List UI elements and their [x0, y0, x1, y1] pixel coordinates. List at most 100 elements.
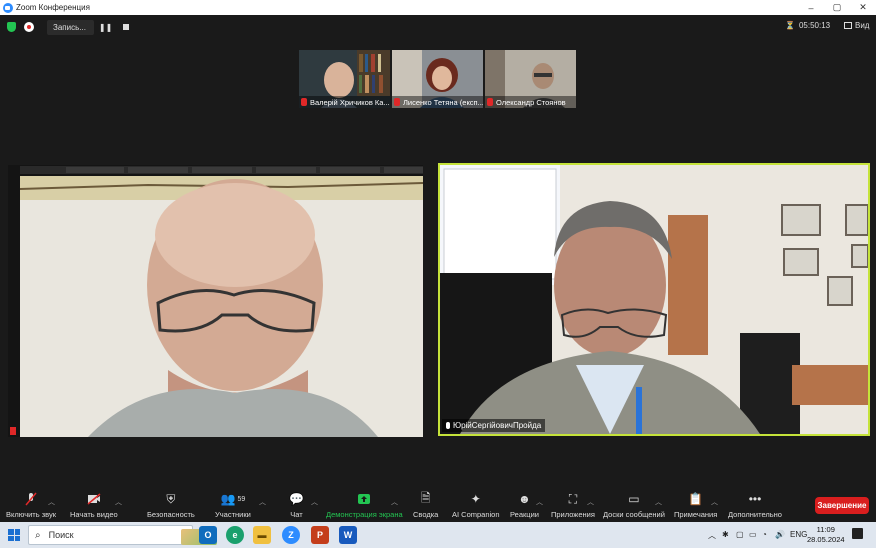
- recording-dot-icon: [24, 22, 34, 32]
- speaker-video-right: [440, 165, 868, 434]
- timer-value: 05:50:13: [798, 21, 831, 30]
- muted-icon: [10, 427, 16, 435]
- video-options-caret-icon[interactable]: ︿: [115, 497, 122, 507]
- participant-name-label: Лисенко Тетяна (експ...: [392, 96, 483, 108]
- zoom-logo-icon: [3, 2, 13, 13]
- shield-icon: ⛨: [166, 491, 176, 506]
- participant-thumbnail[interactable]: Лисенко Тетяна (експ...: [392, 50, 483, 108]
- meeting-top-bar: Запись... ❚❚ ⏳ 05:50:13 Вид: [0, 15, 876, 39]
- powerpoint-app-icon[interactable]: P: [311, 526, 329, 544]
- unmute-label: Включить звук: [6, 510, 57, 519]
- chat-label: Чат: [290, 510, 303, 519]
- word-app-icon[interactable]: W: [339, 526, 357, 544]
- participant-name-label: Олександр Стоянов: [485, 96, 576, 108]
- security-button[interactable]: ⛨ Безопасность: [147, 491, 195, 520]
- participants-button[interactable]: 👥 59 Участники: [215, 491, 251, 519]
- pause-recording-icon[interactable]: ❚❚: [99, 23, 112, 32]
- participants-caret-icon[interactable]: ︿: [259, 497, 266, 507]
- meeting-toolbar: Включить звук ︿ Начать видео ︿ ⛨ Безопас…: [0, 487, 876, 522]
- security-label: Безопасность: [147, 510, 195, 519]
- language-indicator[interactable]: ENG: [790, 530, 807, 539]
- file-explorer-icon[interactable]: ▬: [253, 526, 271, 544]
- reactions-label: Реакции: [510, 510, 539, 519]
- end-meeting-button[interactable]: Завершение: [815, 497, 869, 514]
- outlook-app-icon[interactable]: O: [199, 526, 217, 544]
- recording-controls: Запись... ❚❚: [24, 19, 130, 35]
- clock-date: 28.05.2024: [807, 535, 845, 544]
- edge-browser-icon[interactable]: e: [226, 526, 244, 544]
- reactions-button[interactable]: ☻ Реакции: [510, 491, 539, 519]
- share-caret-icon[interactable]: ︿: [391, 497, 398, 507]
- more-icon: •••: [748, 492, 762, 506]
- whiteboards-caret-icon[interactable]: ︿: [655, 497, 662, 507]
- search-placeholder: Поиск: [48, 530, 74, 540]
- participants-count: 59: [237, 495, 246, 503]
- notifications-icon[interactable]: [852, 528, 863, 539]
- maximize-button[interactable]: ▢: [824, 2, 850, 13]
- summary-icon: 🗎: [420, 490, 431, 505]
- windows-taskbar: ⌕ Поиск O e ▬ Z P W ︿ ✱ ▢ ▭ ◔ 🔊 ENG 11:0…: [0, 522, 876, 548]
- speaker-name-tag: ЮрійСергійовичПройда: [442, 419, 546, 432]
- clock-time: 11:09: [816, 525, 835, 534]
- participants-icon: 👥 59: [220, 492, 246, 506]
- audio-options-caret-icon[interactable]: ︿: [48, 497, 55, 507]
- chat-button[interactable]: 💬 Чат: [289, 491, 304, 519]
- muted-icon: [301, 98, 307, 106]
- start-video-button[interactable]: Начать видео: [70, 491, 118, 519]
- stop-recording-icon[interactable]: [123, 24, 130, 30]
- apps-caret-icon[interactable]: ︿: [587, 497, 594, 507]
- window-titlebar: Zoom Конференция – ▢ ✕: [0, 0, 876, 15]
- volume-icon[interactable]: 🔊: [775, 530, 785, 539]
- summary-button[interactable]: 🗎 Сводка: [413, 490, 439, 520]
- minimize-button[interactable]: –: [798, 3, 824, 13]
- recording-label: Запись...: [47, 19, 94, 35]
- summary-label: Сводка: [413, 510, 439, 519]
- windows-start-icon[interactable]: [8, 529, 20, 541]
- notes-label: Примечания: [674, 510, 718, 519]
- speaker-video-left: [8, 165, 423, 437]
- participant-name: Лисенко Тетяна (експ...: [403, 97, 483, 107]
- tray-overflow-icon[interactable]: ︿: [708, 530, 716, 541]
- start-video-label: Начать видео: [70, 510, 118, 519]
- view-label: Вид: [855, 21, 870, 30]
- share-screen-label: Демонстрация экрана: [326, 510, 403, 519]
- participants-label: Участники: [215, 510, 251, 519]
- reactions-caret-icon[interactable]: ︿: [536, 497, 543, 507]
- whiteboards-label: Доски сообщений: [603, 510, 665, 519]
- search-icon: ⌕: [35, 529, 41, 541]
- chat-caret-icon[interactable]: ︿: [311, 497, 318, 507]
- participant-name: Олександр Стоянов: [496, 97, 566, 107]
- ai-companion-label: AI Companion: [452, 510, 500, 519]
- timer-icon: ⏳: [785, 21, 795, 30]
- video-off-icon: [70, 491, 118, 507]
- ai-sparkle-icon: ✦: [470, 492, 481, 506]
- more-label: Дополнительно: [728, 510, 782, 519]
- more-button[interactable]: ••• Дополнительно: [728, 491, 782, 519]
- reactions-icon: ☻: [518, 492, 531, 506]
- participant-name: Валерій Хричиков Ка...: [310, 97, 390, 107]
- shared-video-left[interactable]: [8, 165, 423, 437]
- chat-icon: 💬: [289, 492, 304, 506]
- speaker-name: ЮрійСергійовичПройда: [453, 421, 542, 430]
- taskbar-search-box[interactable]: ⌕ Поиск: [28, 525, 217, 545]
- window-title: Zoom Конференция: [16, 3, 90, 12]
- view-button[interactable]: Вид: [844, 21, 869, 30]
- zoom-app-icon[interactable]: Z: [282, 526, 300, 544]
- tray-app-icon[interactable]: ▢: [736, 530, 744, 539]
- participant-thumbnail[interactable]: Олександр Стоянов: [485, 50, 576, 108]
- participant-thumbnail[interactable]: Валерій Хричиков Ка...: [299, 50, 390, 108]
- muted-icon: [394, 98, 400, 106]
- close-button[interactable]: ✕: [850, 2, 876, 13]
- encryption-shield-icon[interactable]: [7, 22, 16, 32]
- wifi-icon[interactable]: ◔: [762, 530, 767, 539]
- microphone-icon: [446, 422, 450, 429]
- bluetooth-icon[interactable]: ✱: [722, 530, 729, 539]
- active-speaker-video[interactable]: ЮрійСергійовичПройда: [438, 163, 870, 436]
- apps-label: Приложения: [551, 510, 595, 519]
- notes-caret-icon[interactable]: ︿: [711, 497, 718, 507]
- muted-icon: [487, 98, 493, 106]
- display-icon[interactable]: ▭: [749, 530, 757, 539]
- ai-companion-button[interactable]: ✦ AI Companion: [452, 491, 500, 519]
- meeting-timer: ⏳ 05:50:13: [785, 21, 830, 30]
- taskbar-clock[interactable]: 11:09 28.05.2024: [807, 525, 845, 545]
